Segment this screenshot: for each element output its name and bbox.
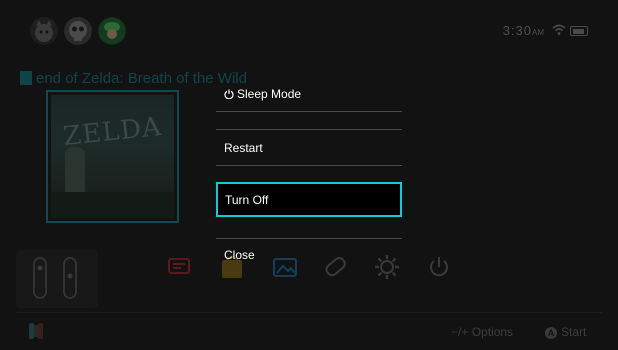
power-menu-screen: { "status_bar": { "time": "3:30", "ampm"… — [0, 0, 618, 350]
user-avatar-2[interactable] — [64, 17, 92, 45]
turn-off-button[interactable]: Turn Off — [216, 182, 402, 217]
clock-time: 3:30 — [502, 23, 532, 38]
sleep-mode-label: Sleep Mode — [224, 87, 301, 101]
restart-label: Restart — [224, 141, 263, 155]
luigi-avatar-icon — [99, 18, 125, 44]
close-button[interactable]: Close — [216, 240, 402, 270]
power-options-menu: Sleep Mode Restart Turn Off Close — [216, 76, 402, 274]
start-hint: A Start — [545, 325, 586, 339]
selected-game-title: end of Zelda: Breath of the Wild — [20, 70, 247, 87]
battery-icon — [570, 26, 588, 36]
footer-divider — [16, 312, 602, 313]
user-avatar-3[interactable] — [98, 17, 126, 45]
start-label: Start — [561, 325, 587, 339]
skull-avatar-icon — [69, 21, 87, 41]
cat-avatar-icon — [35, 20, 53, 42]
options-hint: −/+ Options — [451, 325, 513, 339]
menu-divider — [216, 165, 402, 166]
options-label: Options — [471, 325, 514, 339]
title-marker-icon — [20, 71, 32, 85]
sleep-mode-text: Sleep Mode — [237, 87, 302, 101]
a-button-icon: A — [545, 327, 557, 339]
top-status-bar: 3:30AM — [30, 16, 588, 46]
restart-button[interactable]: Restart — [216, 133, 402, 163]
close-label: Close — [224, 248, 255, 262]
clock-ampm: AM — [532, 28, 544, 37]
options-keys: −/+ — [451, 325, 469, 339]
user-avatar-1[interactable] — [30, 17, 58, 45]
clock: 3:30AM — [503, 23, 544, 38]
menu-divider — [216, 111, 402, 112]
menu-divider — [216, 129, 402, 130]
tile-landscape — [51, 192, 174, 218]
power-icon — [224, 89, 234, 99]
menu-divider — [216, 238, 402, 239]
news-icon[interactable] — [164, 252, 194, 282]
sleep-mode-button[interactable]: Sleep Mode — [216, 79, 402, 109]
game-tile-zelda[interactable]: ZELDA — [51, 95, 174, 218]
turn-off-label: Turn Off — [225, 193, 269, 207]
power-icon[interactable] — [424, 252, 454, 282]
joycon-grip-icon — [33, 257, 77, 299]
controller-tile[interactable] — [16, 250, 98, 308]
wifi-icon — [552, 24, 566, 35]
handheld-controller-icon — [29, 323, 43, 339]
